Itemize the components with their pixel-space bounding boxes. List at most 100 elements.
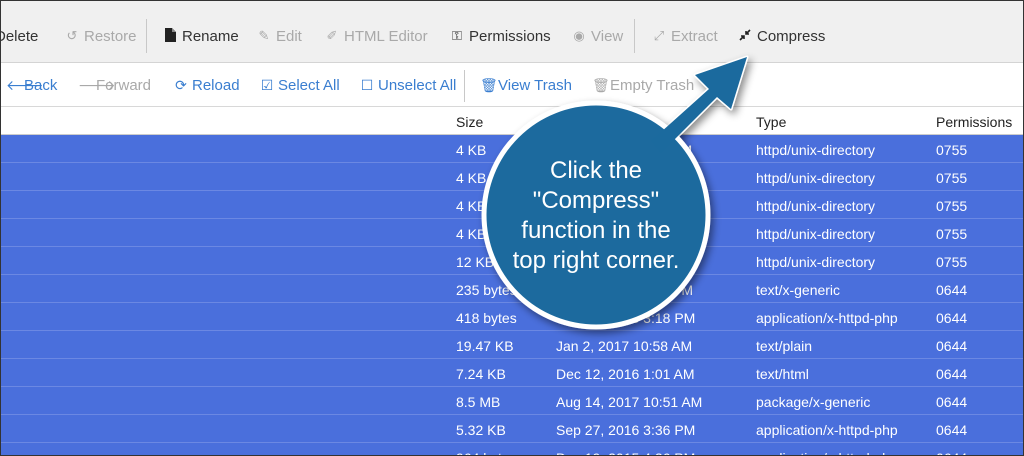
file-icon	[163, 27, 177, 45]
empty-trash-button[interactable]: 🗑 Empty Trash	[592, 75, 694, 95]
cell-size: 7.24 KB	[456, 366, 506, 382]
cell-permissions: 0755	[936, 170, 968, 186]
table-row[interactable]: 8.5 MB Aug 14, 2017 10:51 AM package/x-gen…	[1, 387, 1023, 415]
table-row[interactable]: 7.24 KB Dec 12, 2016 1:01 AM text/html 0644	[1, 359, 1023, 387]
cell-permissions: 0644	[936, 366, 968, 382]
cell-type: httpd/unix-directory	[756, 226, 876, 242]
cell-permissions: 0755	[936, 198, 968, 214]
table-row[interactable]: 235 bytes Jan 2, 2017 10:58 PM text/x-gene…	[1, 275, 1023, 303]
table-row[interactable]: 964 bytes Dec 19, 2015 4:26 PM application…	[1, 443, 1023, 455]
select-all-label: Select All	[278, 76, 340, 94]
compress-icon	[738, 28, 752, 44]
back-label: Back	[24, 76, 58, 94]
cell-type: package/x-generic	[756, 394, 871, 410]
cell-last-modified: Sep 27, 2016 3:36 PM	[556, 422, 696, 438]
callout-line: function in the	[521, 217, 671, 244]
cell-type: httpd/unix-directory	[756, 254, 876, 270]
arrow-left-icon: 🡐	[6, 76, 44, 93]
cell-size: 8.5 MB	[456, 394, 501, 410]
back-button[interactable]: 🡐 Back	[6, 75, 57, 95]
column-header-type[interactable]: Type	[756, 114, 786, 130]
cell-permissions: 0644	[936, 450, 967, 455]
cell-last-modified: Dec 12, 2016 1:01 AM	[556, 366, 695, 382]
trash-icon: 🗑	[592, 76, 610, 93]
rename-button[interactable]: Rename	[163, 25, 239, 47]
cell-size: 4 KB	[456, 226, 487, 242]
html-editor-button[interactable]: ✐ HTML Editor	[325, 25, 428, 47]
cell-permissions: 0644	[936, 422, 968, 438]
compress-label: Compress	[757, 27, 826, 45]
restore-label: Restore	[84, 27, 137, 45]
reload-button[interactable]: ⟳ Reload	[174, 75, 240, 95]
compress-button[interactable]: Compress	[738, 25, 825, 47]
cell-type: httpd/unix-directory	[756, 198, 876, 214]
restore-button[interactable]: ↺ Restore	[65, 25, 137, 47]
view-label: View	[591, 27, 624, 45]
callout-line: "Compress"	[532, 187, 660, 214]
column-header-last-modified[interactable]: Last Modified	[556, 114, 639, 130]
callout-text: Click the "Compress" function in the top…	[489, 156, 703, 276]
cell-size: 4 KB	[456, 142, 487, 158]
restore-icon: ↺	[66, 28, 78, 43]
cell-size: 235 bytes	[456, 282, 517, 298]
unselect-all-button[interactable]: ☐ Unselect All	[360, 75, 457, 95]
refresh-icon: ⟳	[175, 76, 187, 93]
cell-permissions: 0755	[936, 142, 968, 158]
expand-icon: ⤢	[653, 28, 665, 43]
cell-last-modified: Dec 19, 2015 4:26 PM	[556, 450, 695, 455]
delete-label: Delete	[1, 27, 39, 45]
cell-last-modified: Sep 27, 2016 3:18 PM	[556, 310, 696, 326]
table-row[interactable]: 5.32 KB Sep 27, 2016 3:36 PM application/x…	[1, 415, 1023, 443]
action-toolbar: Delete ↺ Restore Rename ✎ Edit ✐ HTML Ed…	[1, 1, 1023, 63]
cell-last-modified: Jan 2, 2017 10:58 PM	[556, 282, 693, 298]
edit-label: Edit	[276, 27, 302, 45]
eye-icon: ◉	[573, 28, 585, 43]
toolbar-divider	[146, 19, 147, 53]
cell-size: 5.32 KB	[456, 422, 506, 438]
pencil-icon: ✎	[258, 28, 270, 43]
column-header-permissions[interactable]: Permissions	[936, 114, 1012, 130]
table-row[interactable]: 418 bytes Sep 27, 2016 3:18 PM application…	[1, 303, 1023, 331]
file-manager-window: Delete ↺ Restore Rename ✎ Edit ✐ HTML Ed…	[0, 0, 1024, 456]
view-button[interactable]: ◉ View	[572, 25, 623, 47]
rename-label: Rename	[182, 27, 239, 45]
arrow-right-icon: 🡒	[78, 76, 116, 93]
table-row[interactable]: 19.47 KB Jan 2, 2017 10:58 AM text/plain 06…	[1, 331, 1023, 359]
cell-size: 418 bytes	[456, 310, 517, 326]
cell-size: 964 bytes	[456, 450, 517, 455]
checkbox-empty-icon: ☐	[360, 76, 374, 93]
edit-button[interactable]: ✎ Edit	[257, 25, 302, 47]
cell-size: 4 KB	[456, 170, 487, 186]
forward-button[interactable]: 🡒 Forward	[78, 75, 151, 95]
callout-line: Click the	[549, 157, 643, 184]
toolbar-divider	[634, 19, 635, 53]
delete-button[interactable]: Delete	[1, 25, 39, 47]
empty-trash-label: Empty Trash	[610, 76, 695, 94]
cell-size: 4 KB	[456, 198, 487, 214]
cell-permissions: 0644	[936, 282, 968, 298]
reload-label: Reload	[192, 76, 240, 94]
view-trash-label: View Trash	[498, 76, 572, 94]
cell-type: application/x-httpd-php	[756, 450, 898, 455]
forward-label: Forward	[96, 76, 152, 94]
cell-permissions: 0644	[936, 394, 968, 410]
cell-permissions: 0755	[936, 254, 968, 270]
column-header-size[interactable]: Size	[456, 114, 483, 130]
extract-button[interactable]: ⤢ Extract	[652, 25, 718, 47]
callout-line: top right corner.	[512, 247, 680, 274]
key-icon: ⚿	[452, 28, 462, 43]
cell-last-modified: Jan 2, 2017 10:58 AM	[556, 338, 693, 354]
view-trash-button[interactable]: 🗑 View Trash	[480, 75, 572, 95]
html-editor-label: HTML Editor	[344, 27, 428, 45]
cell-type: text/plain	[756, 338, 813, 354]
permissions-button[interactable]: ⚿ Permissions	[450, 25, 551, 47]
cell-type: application/x-httpd-php	[756, 310, 898, 326]
cell-type: httpd/unix-directory	[756, 170, 876, 186]
cell-permissions: 0755	[936, 226, 968, 242]
cell-permissions: 0644	[936, 338, 968, 354]
cell-type: httpd/unix-directory	[756, 142, 876, 158]
select-all-button[interactable]: ☑ Select All	[260, 75, 340, 95]
extract-label: Extract	[671, 27, 718, 45]
cell-type: text/x-generic	[756, 282, 841, 298]
cell-size: 19.47 KB	[456, 338, 514, 354]
